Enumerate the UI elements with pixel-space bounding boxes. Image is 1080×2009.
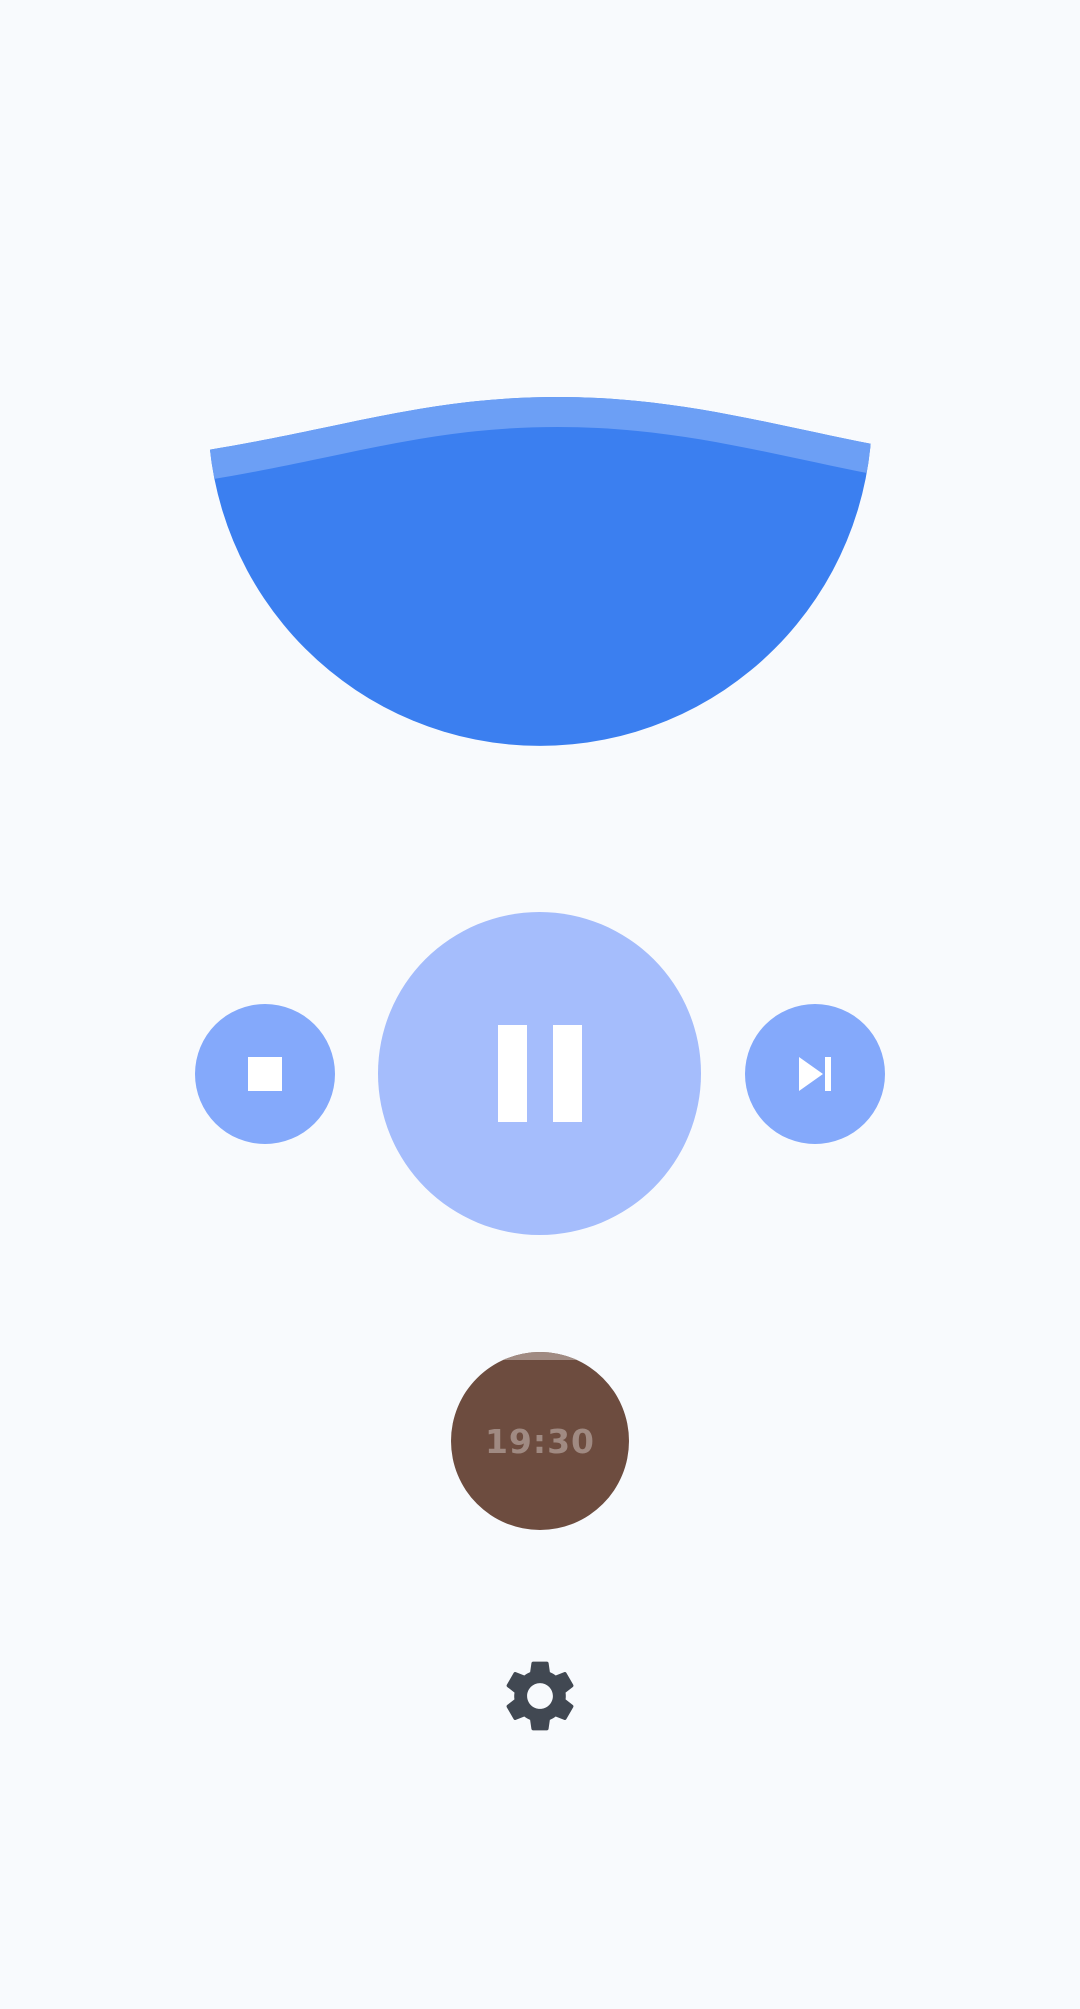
- skip-next-icon: [799, 1057, 831, 1091]
- stop-button[interactable]: [195, 1004, 335, 1144]
- timer-progress-cap: [451, 1352, 629, 1360]
- pause-icon: [497, 1025, 582, 1122]
- gear-icon: [506, 1661, 574, 1731]
- skip-next-button[interactable]: [745, 1004, 885, 1144]
- pause-button[interactable]: [378, 912, 701, 1235]
- stop-icon: [248, 1057, 282, 1091]
- progress-bowl: [208, 394, 872, 782]
- timer-label: 19:30: [484, 1421, 596, 1461]
- settings-button[interactable]: [494, 1652, 586, 1740]
- timer-button[interactable]: 19:30: [451, 1352, 629, 1530]
